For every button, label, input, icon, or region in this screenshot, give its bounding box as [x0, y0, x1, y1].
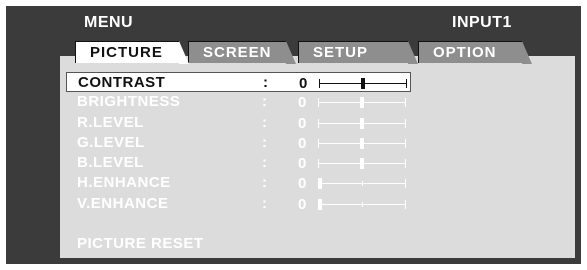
separator: : [262, 93, 268, 111]
tab-setup[interactable]: SETUP [298, 41, 418, 64]
setting-label: R.LEVEL [77, 113, 144, 131]
separator: : [262, 133, 268, 151]
setting-label: CONTRAST [78, 74, 166, 91]
slider-knob[interactable] [360, 97, 364, 109]
menu-row-g-level[interactable]: G.LEVEL : 0 [66, 133, 411, 153]
menu-title: MENU [84, 14, 134, 31]
menu-row-contrast[interactable]: CONTRAST : 0 [66, 72, 411, 93]
tab-option-label: OPTION [433, 44, 497, 61]
setting-label: B.LEVEL [77, 154, 144, 172]
setting-value: 0 [298, 94, 307, 112]
slider-knob[interactable] [318, 178, 322, 190]
separator: : [262, 174, 268, 192]
slider-knob[interactable] [318, 198, 322, 210]
setting-value: 0 [298, 195, 307, 213]
menu-row-h-enhance[interactable]: H.ENHANCE : 0 [66, 173, 411, 193]
brightness-slider[interactable] [318, 96, 406, 109]
r-level-slider[interactable] [318, 117, 406, 129]
slider-knob[interactable] [360, 137, 364, 149]
input-source-label: INPUT1 [452, 14, 512, 31]
contrast-slider[interactable] [319, 77, 407, 89]
setting-label: BRIGHTNESS [77, 93, 181, 111]
menu-row-v-enhance[interactable]: V.ENHANCE : 0 [66, 194, 411, 214]
tab-setup-label: SETUP [313, 44, 369, 61]
setting-value: 0 [299, 75, 308, 92]
tab-picture[interactable]: PICTURE [75, 41, 189, 64]
b-level-slider[interactable] [318, 157, 406, 170]
separator: : [262, 194, 268, 212]
h-enhance-slider[interactable] [318, 177, 406, 190]
tab-screen-label: SCREEN [203, 44, 272, 61]
setting-value: 0 [298, 114, 307, 132]
tab-screen[interactable]: SCREEN [188, 41, 296, 64]
setting-value: 0 [298, 155, 307, 173]
picture-settings-list: CONTRAST : 0 BRIGHTNESS : 0 R.LEVEL : 0 … [66, 72, 411, 254]
setting-label: V.ENHANCE [77, 194, 169, 212]
setting-value: 0 [298, 175, 307, 193]
slider-knob[interactable] [360, 117, 364, 129]
menu-row-r-level[interactable]: R.LEVEL : 0 [66, 113, 411, 133]
g-level-slider[interactable] [318, 137, 406, 149]
tab-option[interactable]: OPTION [418, 41, 532, 64]
slider-knob[interactable] [361, 78, 365, 89]
separator: : [262, 154, 268, 172]
menu-row-b-level[interactable]: B.LEVEL : 0 [66, 153, 411, 173]
separator: : [262, 113, 268, 131]
picture-reset-label: PICTURE RESET [77, 235, 204, 253]
picture-reset-item[interactable]: PICTURE RESET [66, 234, 411, 254]
setting-label: H.ENHANCE [77, 174, 171, 192]
setting-label: G.LEVEL [77, 133, 145, 151]
slider-knob[interactable] [360, 158, 364, 170]
setting-value: 0 [298, 134, 307, 152]
menu-row-brightness[interactable]: BRIGHTNESS : 0 [66, 92, 411, 112]
v-enhance-slider[interactable] [318, 198, 406, 210]
separator: : [263, 74, 269, 91]
tab-picture-label: PICTURE [90, 44, 163, 61]
